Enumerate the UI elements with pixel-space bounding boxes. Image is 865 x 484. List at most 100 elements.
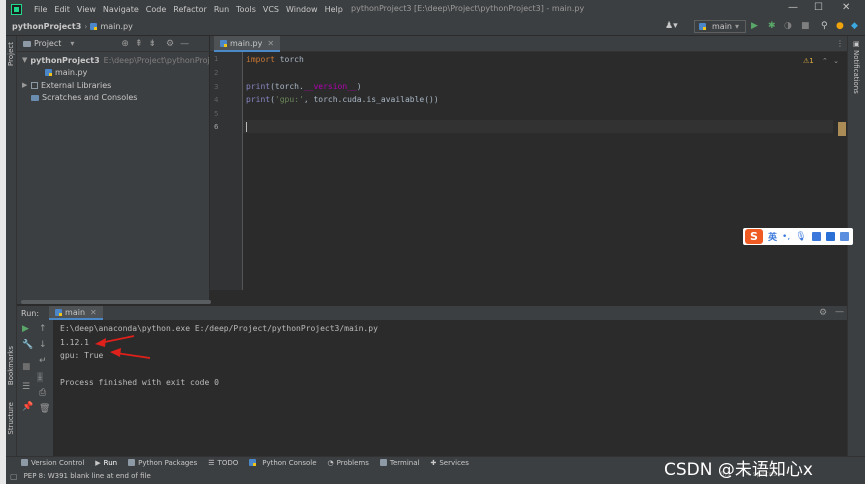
- code-editor[interactable]: import torch print(torch.__version__) pr…: [243, 52, 847, 290]
- tool-tab-python-console[interactable]: Python Console: [249, 459, 317, 467]
- tool-tab-version-control[interactable]: Version Control: [21, 459, 84, 467]
- tool-tab-terminal[interactable]: Terminal: [379, 459, 419, 467]
- run-tab-main[interactable]: main ✕: [49, 306, 103, 320]
- tool-tab-services[interactable]: ✚ Services: [430, 459, 468, 467]
- breadcrumb-project[interactable]: pythonProject3: [12, 22, 81, 31]
- layout-icon[interactable]: ☰: [22, 382, 30, 392]
- chevron-down-icon[interactable]: ▼: [22, 56, 27, 64]
- close-tab-icon[interactable]: ✕: [90, 308, 97, 317]
- project-view-select[interactable]: Project: [34, 39, 61, 48]
- debug-icon[interactable]: ✱: [768, 21, 776, 31]
- arrow-up-icon[interactable]: ↑: [39, 324, 47, 334]
- punctuation-icon[interactable]: •,: [782, 232, 790, 242]
- menu-refactor[interactable]: Refactor: [173, 5, 207, 14]
- menu-vcs[interactable]: VCS: [263, 5, 279, 14]
- scroll-to-end-icon[interactable]: ⤓: [37, 372, 43, 382]
- toolbox-icon[interactable]: [839, 232, 849, 241]
- notifications-icon[interactable]: ▣: [853, 40, 860, 48]
- code-line-3: print(torch.__version__): [246, 82, 362, 91]
- trash-icon[interactable]: 🗑: [39, 404, 50, 414]
- run-toolbar: ▶ ↑ 🔧 ↓ ↵ ■ ⤓ ☰ ⎙ 📌 🗑: [17, 320, 53, 456]
- tree-item-project-root[interactable]: ▼ pythonProject3 E:\deep\Project\pythonP…: [17, 54, 209, 67]
- code-line-1: import torch: [246, 55, 304, 64]
- ime-language-mode[interactable]: 英: [768, 230, 777, 243]
- updates-icon[interactable]: ●: [836, 21, 844, 31]
- notifications-tool-label[interactable]: Notifications: [852, 50, 860, 94]
- arrow-down-icon[interactable]: ↓: [39, 340, 47, 350]
- tool-tab-run[interactable]: ▶ Run: [95, 459, 117, 467]
- inspection-widget[interactable]: ⚠1 ⌃ ⌄: [803, 57, 839, 65]
- gear-icon[interactable]: ⚙: [166, 39, 174, 49]
- skin-icon[interactable]: [825, 232, 835, 241]
- close-button[interactable]: ✕: [842, 2, 850, 13]
- menu-file[interactable]: File: [34, 5, 47, 14]
- structure-tool-label[interactable]: Structure: [7, 402, 15, 435]
- project-tool-label[interactable]: Project: [7, 42, 15, 66]
- chevron-up-icon[interactable]: ⌃: [822, 57, 828, 65]
- print-icon[interactable]: ⎙: [39, 388, 46, 398]
- chevron-right-icon[interactable]: ▶: [22, 81, 31, 89]
- python-file-icon: [220, 39, 227, 47]
- tab-main-py[interactable]: main.py ✕: [214, 36, 281, 52]
- microphone-icon[interactable]: 🎙: [795, 232, 806, 242]
- menu-edit[interactable]: Edit: [54, 5, 70, 14]
- tool-tab-python-packages[interactable]: Python Packages: [128, 459, 197, 467]
- gear-icon[interactable]: ⚙: [819, 308, 827, 318]
- rerun-icon[interactable]: ▶: [22, 324, 29, 334]
- tree-item-path: E:\deep\Project\pythonProje: [103, 55, 209, 65]
- menu-help[interactable]: Help: [325, 5, 343, 14]
- menu-navigate[interactable]: Navigate: [103, 5, 139, 14]
- jetbrains-icon[interactable]: ◆: [851, 21, 858, 31]
- project-horizontal-scrollbar[interactable]: [17, 300, 211, 304]
- run-icon[interactable]: ▶: [751, 21, 758, 31]
- user-icon[interactable]: ♟▾: [665, 21, 678, 31]
- console-output-gpu: gpu: True: [60, 351, 104, 360]
- run-console[interactable]: E:\deep\anaconda\python.exe E:/deep/Proj…: [53, 320, 847, 456]
- list-icon: ☰: [208, 458, 215, 467]
- hide-panel-icon[interactable]: —: [180, 39, 189, 49]
- tree-item-scratches[interactable]: Scratches and Consoles: [17, 92, 209, 105]
- tool-tab-todo[interactable]: ☰ TODO: [208, 459, 238, 467]
- menu-tools[interactable]: Tools: [236, 5, 256, 14]
- services-icon: ✚: [430, 458, 437, 467]
- menu-run[interactable]: Run: [214, 5, 229, 14]
- line-number: 6: [214, 123, 219, 131]
- more-tabs-icon[interactable]: ⋮: [836, 39, 844, 48]
- tool-tab-problems[interactable]: ◔ Problems: [328, 459, 369, 467]
- title-bar: File Edit View Navigate Code Refactor Ru…: [6, 0, 865, 18]
- text-caret: [246, 122, 247, 132]
- tree-item-label: pythonProject3: [30, 55, 100, 65]
- breadcrumb-file[interactable]: main.py: [100, 22, 132, 31]
- tree-item-external-libraries[interactable]: ▶ External Libraries: [17, 79, 209, 92]
- stop-icon[interactable]: ■: [801, 21, 810, 31]
- stop-icon[interactable]: ■: [22, 362, 31, 372]
- expand-all-icon[interactable]: ⇟: [148, 39, 156, 49]
- locate-icon[interactable]: ⊕: [121, 39, 129, 49]
- search-icon[interactable]: ⚲: [821, 21, 828, 31]
- maximize-button[interactable]: ☐: [814, 2, 823, 13]
- python-console-icon: [249, 459, 257, 466]
- bookmarks-tool-label[interactable]: Bookmarks: [7, 346, 15, 385]
- library-icon: [31, 81, 38, 89]
- collapse-all-icon[interactable]: ⇞: [135, 39, 143, 49]
- hide-panel-icon[interactable]: —: [835, 307, 844, 317]
- coverage-icon[interactable]: ◑: [784, 21, 792, 31]
- run-panel-header: Run: main ✕ ⚙ —: [17, 306, 847, 320]
- scrollbar-thumb[interactable]: [21, 300, 211, 304]
- chevron-down-icon[interactable]: ⌄: [833, 57, 839, 65]
- close-tab-icon[interactable]: ✕: [267, 39, 274, 48]
- chevron-down-icon[interactable]: ▾: [70, 39, 74, 48]
- menu-code[interactable]: Code: [146, 5, 166, 14]
- ime-toolbar[interactable]: S 英 •, 🎙: [743, 228, 853, 245]
- menu-window[interactable]: Window: [286, 5, 318, 14]
- minimize-button[interactable]: —: [788, 2, 798, 13]
- wrench-icon[interactable]: 🔧: [22, 340, 33, 350]
- keyboard-icon[interactable]: [811, 232, 821, 241]
- tree-item-main-py[interactable]: main.py: [17, 67, 209, 80]
- menu-view[interactable]: View: [77, 5, 96, 14]
- pin-icon[interactable]: 📌: [22, 402, 33, 412]
- soft-wrap-icon[interactable]: ↵: [39, 356, 47, 366]
- run-configuration-select[interactable]: main ▾: [694, 20, 746, 33]
- editor-scroll-marker[interactable]: [838, 122, 846, 136]
- status-toggle-icon[interactable]: ▢: [10, 472, 18, 481]
